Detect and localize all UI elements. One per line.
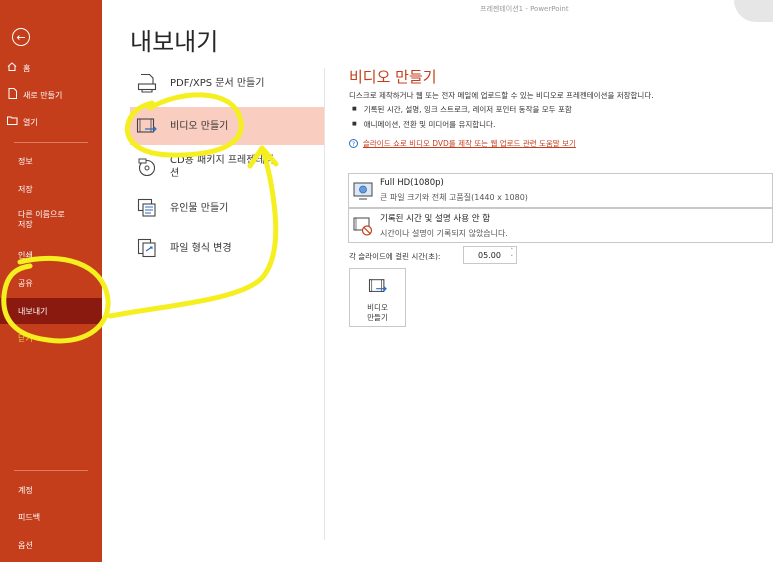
nav-label: 공유 <box>18 278 33 288</box>
backstage-sidebar: ← 홈 새로 만들기 열기 정보 저장 다른 이름으로 저장 인쇄 공유 내보내… <box>0 0 102 562</box>
bullet-marker: ■ <box>352 106 357 112</box>
handout-icon <box>136 197 158 219</box>
nav-save-as[interactable]: 다른 이름으로 저장 <box>0 208 102 236</box>
nav-label: 저장 <box>18 184 33 194</box>
timings-dropdown[interactable]: 기록된 시간 및 설명 사용 안 함 시간이나 설명이 기록되지 않았습니다. <box>348 208 773 243</box>
nav-info[interactable]: 정보 <box>0 148 102 174</box>
nav-share[interactable]: 공유 <box>0 270 102 296</box>
export-option-label: 파일 형식 변경 <box>170 242 232 254</box>
dropdown-title: Full HD(1080p) <box>380 178 444 188</box>
window-title: 프레젠테이션1 - PowerPoint <box>480 5 569 13</box>
bullet-text: 애니메이션, 전환 및 미디어를 유지합니다. <box>363 120 496 129</box>
dropdown-subtitle: 큰 파일 크기와 전체 고품질(1440 x 1080) <box>380 193 528 202</box>
create-video-label: 비디오 만들기 <box>367 303 388 322</box>
nav-label: 열기 <box>23 117 38 127</box>
cd-package-icon <box>136 156 158 178</box>
nav-label: 계정 <box>18 485 33 495</box>
nav-print[interactable]: 인쇄 <box>0 242 102 268</box>
bullet-marker: ■ <box>352 121 357 127</box>
export-option-label: CD용 패키지 프레젠테이 션 <box>170 155 274 179</box>
nav-divider <box>14 470 88 471</box>
home-icon <box>6 62 18 74</box>
nav-open[interactable]: 열기 <box>0 109 102 135</box>
video-icon <box>136 115 158 137</box>
export-option-label: PDF/XPS 문서 만들기 <box>170 77 265 89</box>
nav-feedback[interactable]: 피드백 <box>0 504 102 530</box>
nav-options[interactable]: 옵션 <box>0 532 102 558</box>
dropdown-title: 기록된 시간 및 설명 사용 안 함 <box>380 214 491 224</box>
help-link[interactable]: ? 슬라이드 쇼로 비디오 DVD를 제작 또는 웹 업로드 관련 도움말 보기 <box>349 138 576 149</box>
video-quality-dropdown[interactable]: Full HD(1080p) 큰 파일 크기와 전체 고품질(1440 x 10… <box>348 173 773 208</box>
nav-label: 인쇄 <box>18 250 33 260</box>
detail-title: 비디오 만들기 <box>349 68 437 86</box>
no-timings-icon <box>353 216 373 236</box>
seconds-spinner[interactable]: 05.00 ˄ ˅ <box>463 246 517 264</box>
open-folder-icon <box>6 116 18 128</box>
nav-divider <box>14 142 88 143</box>
nav-new[interactable]: 새로 만들기 <box>0 82 102 108</box>
seconds-value: 05.00 <box>478 250 501 260</box>
nav-label: 피드백 <box>18 512 41 522</box>
export-option-change-file-type[interactable]: 파일 형식 변경 <box>130 229 324 267</box>
bullet-text: 기록된 시간, 설명, 잉크 스트로크, 레이저 포인터 동작을 모두 포함 <box>363 105 572 114</box>
export-option-cd-package[interactable]: CD용 패키지 프레젠테이 션 <box>130 147 324 187</box>
nav-close[interactable]: 닫기 <box>0 325 102 351</box>
create-video-button[interactable]: 비디오 만들기 <box>349 268 406 327</box>
dropdown-subtitle: 시간이나 설명이 기록되지 않았습니다. <box>380 229 508 238</box>
new-document-icon <box>6 88 18 102</box>
decorative-shape <box>734 0 773 22</box>
nav-account[interactable]: 계정 <box>0 477 102 503</box>
nav-home[interactable]: 홈 <box>0 55 102 81</box>
monitor-icon <box>353 181 373 201</box>
detail-description: 디스크로 제작하거나 웹 또는 전자 메일에 업로드할 수 있는 비디오로 프레… <box>349 91 654 100</box>
nav-export[interactable]: 내보내기 <box>0 298 102 324</box>
export-option-label: 유인물 만들기 <box>170 202 229 214</box>
export-option-label: 비디오 만들기 <box>170 120 229 132</box>
spinner-arrows-icon[interactable]: ˄ ˅ <box>511 248 514 262</box>
nav-label: 옵션 <box>18 540 33 550</box>
nav-label: 다른 이름으로 저장 <box>18 210 65 229</box>
help-question-icon: ? <box>349 139 358 148</box>
detail-bullet: ■ 애니메이션, 전환 및 미디어를 유지합니다. <box>352 119 495 130</box>
back-arrow-icon[interactable]: ← <box>12 28 30 46</box>
nav-label: 닫기 <box>18 333 33 343</box>
export-option-pdf-xps[interactable]: PDF/XPS 문서 만들기 <box>130 64 324 102</box>
nav-label: 정보 <box>18 156 33 166</box>
export-option-video[interactable]: 비디오 만들기 <box>130 107 324 145</box>
video-icon <box>368 277 388 299</box>
nav-label: 홈 <box>23 63 31 73</box>
file-type-icon <box>136 237 158 259</box>
nav-label: 내보내기 <box>18 306 48 316</box>
page-title: 내보내기 <box>130 28 219 56</box>
column-divider <box>324 68 325 540</box>
pdf-xps-icon <box>136 72 158 94</box>
nav-label: 새로 만들기 <box>23 90 63 100</box>
seconds-label: 각 슬라이드에 걸린 시간(초): <box>349 252 441 261</box>
nav-save[interactable]: 저장 <box>0 176 102 202</box>
help-link-text[interactable]: 슬라이드 쇼로 비디오 DVD를 제작 또는 웹 업로드 관련 도움말 보기 <box>363 138 576 149</box>
detail-bullet: ■ 기록된 시간, 설명, 잉크 스트로크, 레이저 포인터 동작을 모두 포함 <box>352 104 572 115</box>
export-option-handouts[interactable]: 유인물 만들기 <box>130 189 324 227</box>
